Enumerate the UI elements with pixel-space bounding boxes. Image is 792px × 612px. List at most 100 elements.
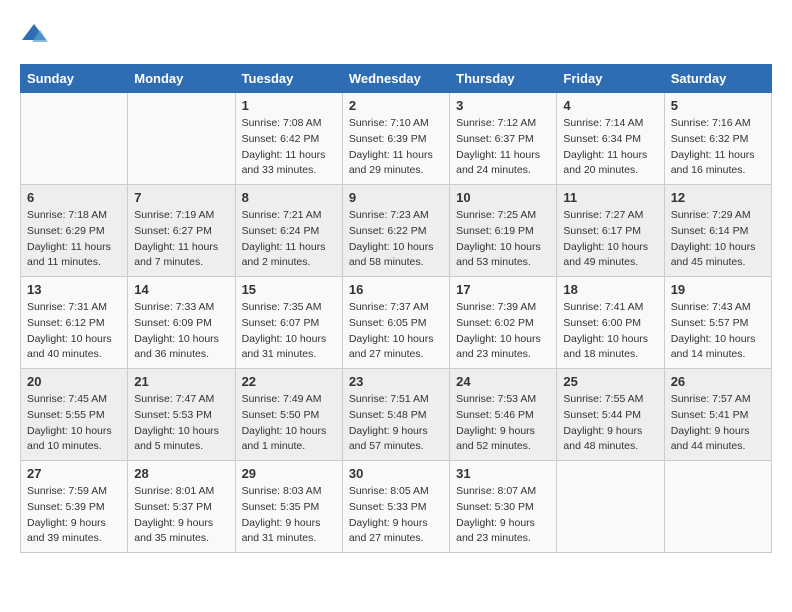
sunset: Sunset: 5:39 PM xyxy=(27,501,105,513)
daylight: Daylight: 11 hours and 11 minutes. xyxy=(27,241,111,269)
day-cell: 9 Sunrise: 7:23 AM Sunset: 6:22 PM Dayli… xyxy=(342,185,449,277)
sunrise: Sunrise: 7:27 AM xyxy=(563,209,643,221)
daylight: Daylight: 11 hours and 29 minutes. xyxy=(349,149,433,177)
day-cell xyxy=(557,461,664,553)
day-number: 21 xyxy=(134,374,228,389)
day-cell: 16 Sunrise: 7:37 AM Sunset: 6:05 PM Dayl… xyxy=(342,277,449,369)
header-monday: Monday xyxy=(128,65,235,93)
day-cell: 4 Sunrise: 7:14 AM Sunset: 6:34 PM Dayli… xyxy=(557,93,664,185)
day-number: 10 xyxy=(456,190,550,205)
day-info: Sunrise: 8:07 AM Sunset: 5:30 PM Dayligh… xyxy=(456,484,550,547)
day-number: 18 xyxy=(563,282,657,297)
day-info: Sunrise: 7:43 AM Sunset: 5:57 PM Dayligh… xyxy=(671,300,765,363)
daylight: Daylight: 9 hours and 27 minutes. xyxy=(349,517,428,545)
daylight: Daylight: 11 hours and 24 minutes. xyxy=(456,149,540,177)
day-number: 30 xyxy=(349,466,443,481)
day-number: 16 xyxy=(349,282,443,297)
daylight: Daylight: 9 hours and 31 minutes. xyxy=(242,517,321,545)
day-info: Sunrise: 7:41 AM Sunset: 6:00 PM Dayligh… xyxy=(563,300,657,363)
sunrise: Sunrise: 7:35 AM xyxy=(242,301,322,313)
sunrise: Sunrise: 7:57 AM xyxy=(671,393,751,405)
day-info: Sunrise: 7:35 AM Sunset: 6:07 PM Dayligh… xyxy=(242,300,336,363)
day-number: 19 xyxy=(671,282,765,297)
day-cell: 24 Sunrise: 7:53 AM Sunset: 5:46 PM Dayl… xyxy=(450,369,557,461)
sunrise: Sunrise: 7:16 AM xyxy=(671,117,751,129)
sunset: Sunset: 5:48 PM xyxy=(349,409,427,421)
day-number: 8 xyxy=(242,190,336,205)
sunrise: Sunrise: 7:45 AM xyxy=(27,393,107,405)
sunset: Sunset: 5:46 PM xyxy=(456,409,534,421)
daylight: Daylight: 10 hours and 10 minutes. xyxy=(27,425,112,453)
daylight: Daylight: 11 hours and 16 minutes. xyxy=(671,149,755,177)
daylight: Daylight: 11 hours and 20 minutes. xyxy=(563,149,647,177)
day-number: 31 xyxy=(456,466,550,481)
sunrise: Sunrise: 8:01 AM xyxy=(134,485,214,497)
header-tuesday: Tuesday xyxy=(235,65,342,93)
sunset: Sunset: 6:05 PM xyxy=(349,317,427,329)
day-cell: 28 Sunrise: 8:01 AM Sunset: 5:37 PM Dayl… xyxy=(128,461,235,553)
sunrise: Sunrise: 7:14 AM xyxy=(563,117,643,129)
sunrise: Sunrise: 7:37 AM xyxy=(349,301,429,313)
day-number: 15 xyxy=(242,282,336,297)
day-cell: 2 Sunrise: 7:10 AM Sunset: 6:39 PM Dayli… xyxy=(342,93,449,185)
day-cell: 12 Sunrise: 7:29 AM Sunset: 6:14 PM Dayl… xyxy=(664,185,771,277)
day-number: 22 xyxy=(242,374,336,389)
sunset: Sunset: 5:37 PM xyxy=(134,501,212,513)
day-cell: 10 Sunrise: 7:25 AM Sunset: 6:19 PM Dayl… xyxy=(450,185,557,277)
day-number: 2 xyxy=(349,98,443,113)
logo-icon xyxy=(20,20,48,48)
sunrise: Sunrise: 8:07 AM xyxy=(456,485,536,497)
day-cell: 20 Sunrise: 7:45 AM Sunset: 5:55 PM Dayl… xyxy=(21,369,128,461)
day-cell: 14 Sunrise: 7:33 AM Sunset: 6:09 PM Dayl… xyxy=(128,277,235,369)
daylight: Daylight: 10 hours and 18 minutes. xyxy=(563,333,648,361)
day-info: Sunrise: 7:12 AM Sunset: 6:37 PM Dayligh… xyxy=(456,116,550,179)
header-sunday: Sunday xyxy=(21,65,128,93)
day-info: Sunrise: 7:18 AM Sunset: 6:29 PM Dayligh… xyxy=(27,208,121,271)
sunrise: Sunrise: 7:31 AM xyxy=(27,301,107,313)
day-cell: 31 Sunrise: 8:07 AM Sunset: 5:30 PM Dayl… xyxy=(450,461,557,553)
daylight: Daylight: 10 hours and 40 minutes. xyxy=(27,333,112,361)
day-number: 6 xyxy=(27,190,121,205)
day-number: 23 xyxy=(349,374,443,389)
header-friday: Friday xyxy=(557,65,664,93)
daylight: Daylight: 11 hours and 7 minutes. xyxy=(134,241,218,269)
day-cell: 30 Sunrise: 8:05 AM Sunset: 5:33 PM Dayl… xyxy=(342,461,449,553)
day-cell: 18 Sunrise: 7:41 AM Sunset: 6:00 PM Dayl… xyxy=(557,277,664,369)
day-number: 11 xyxy=(563,190,657,205)
sunset: Sunset: 5:50 PM xyxy=(242,409,320,421)
day-number: 13 xyxy=(27,282,121,297)
sunset: Sunset: 6:34 PM xyxy=(563,133,641,145)
daylight: Daylight: 9 hours and 44 minutes. xyxy=(671,425,750,453)
week-row-4: 20 Sunrise: 7:45 AM Sunset: 5:55 PM Dayl… xyxy=(21,369,772,461)
logo xyxy=(20,20,52,48)
sunrise: Sunrise: 7:39 AM xyxy=(456,301,536,313)
sunrise: Sunrise: 7:25 AM xyxy=(456,209,536,221)
sunset: Sunset: 6:39 PM xyxy=(349,133,427,145)
sunset: Sunset: 6:42 PM xyxy=(242,133,320,145)
daylight: Daylight: 10 hours and 31 minutes. xyxy=(242,333,327,361)
sunrise: Sunrise: 7:23 AM xyxy=(349,209,429,221)
day-info: Sunrise: 7:33 AM Sunset: 6:09 PM Dayligh… xyxy=(134,300,228,363)
sunrise: Sunrise: 8:03 AM xyxy=(242,485,322,497)
day-info: Sunrise: 7:19 AM Sunset: 6:27 PM Dayligh… xyxy=(134,208,228,271)
day-number: 24 xyxy=(456,374,550,389)
calendar-table: SundayMondayTuesdayWednesdayThursdayFrid… xyxy=(20,64,772,553)
day-info: Sunrise: 7:14 AM Sunset: 6:34 PM Dayligh… xyxy=(563,116,657,179)
sunset: Sunset: 6:07 PM xyxy=(242,317,320,329)
day-info: Sunrise: 7:55 AM Sunset: 5:44 PM Dayligh… xyxy=(563,392,657,455)
daylight: Daylight: 9 hours and 39 minutes. xyxy=(27,517,106,545)
week-row-2: 6 Sunrise: 7:18 AM Sunset: 6:29 PM Dayli… xyxy=(21,185,772,277)
day-number: 27 xyxy=(27,466,121,481)
day-cell: 11 Sunrise: 7:27 AM Sunset: 6:17 PM Dayl… xyxy=(557,185,664,277)
sunrise: Sunrise: 7:19 AM xyxy=(134,209,214,221)
day-cell xyxy=(21,93,128,185)
day-info: Sunrise: 7:57 AM Sunset: 5:41 PM Dayligh… xyxy=(671,392,765,455)
day-info: Sunrise: 7:59 AM Sunset: 5:39 PM Dayligh… xyxy=(27,484,121,547)
sunrise: Sunrise: 7:21 AM xyxy=(242,209,322,221)
header-thursday: Thursday xyxy=(450,65,557,93)
day-cell: 25 Sunrise: 7:55 AM Sunset: 5:44 PM Dayl… xyxy=(557,369,664,461)
day-cell: 22 Sunrise: 7:49 AM Sunset: 5:50 PM Dayl… xyxy=(235,369,342,461)
sunset: Sunset: 6:09 PM xyxy=(134,317,212,329)
daylight: Daylight: 10 hours and 27 minutes. xyxy=(349,333,434,361)
day-number: 25 xyxy=(563,374,657,389)
